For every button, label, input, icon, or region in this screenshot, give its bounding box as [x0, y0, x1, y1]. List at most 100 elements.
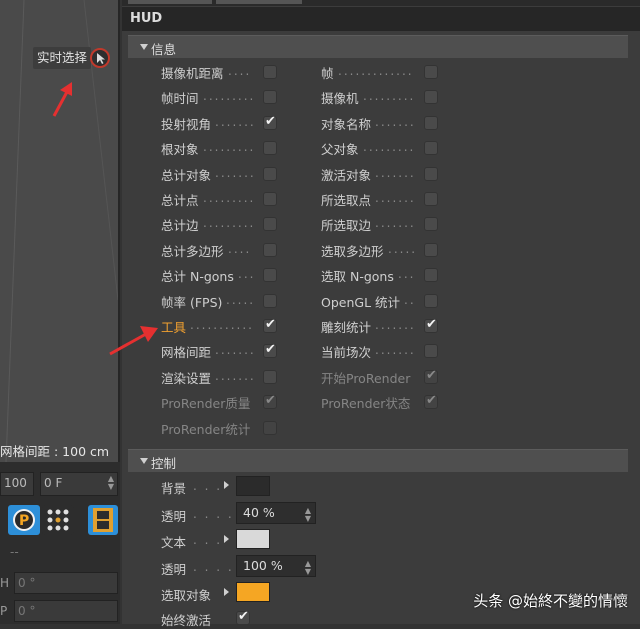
hud-option-checkbox[interactable] [424, 65, 438, 79]
expand-arrow-icon[interactable] [224, 588, 229, 596]
tab-stub[interactable] [216, 0, 302, 4]
expand-arrow-icon[interactable] [224, 481, 229, 489]
hud-option-checkbox[interactable] [424, 192, 438, 206]
hud-option-checkbox[interactable] [424, 294, 438, 308]
hud-option-label: 总计边 [161, 218, 199, 233]
info-section-title: 信息 [151, 42, 177, 57]
hud-option-checkbox [263, 393, 277, 409]
leader-dots: ......... [363, 140, 416, 154]
info-section-header[interactable]: 信息 [128, 35, 628, 58]
p-label: P [0, 604, 8, 618]
frame-start-field[interactable]: 100 [0, 472, 34, 496]
hud-option-label: 工具 [161, 320, 187, 335]
hud-option-label: OpenGL 统计 [321, 295, 401, 310]
leader-dots: ....... [215, 115, 256, 129]
collapse-triangle-icon [140, 44, 148, 50]
hud-option-label: ProRender统计 [161, 422, 251, 437]
hud-option-label: 帧率 (FPS) [161, 295, 223, 310]
hud-option-checkbox[interactable] [424, 268, 438, 282]
leader-dots: ....... [215, 343, 256, 357]
hud-option-label: 激活对象 [321, 168, 372, 183]
hud-option-checkbox[interactable] [263, 294, 277, 308]
keyframe-dots-icon[interactable] [42, 505, 74, 535]
leader-dots: ....... [375, 343, 416, 357]
hud-option-checkbox[interactable] [263, 268, 277, 282]
leader-dots: ......... [203, 216, 256, 230]
hud-option-checkbox[interactable] [263, 90, 277, 104]
hud-option-label: 总计对象 [161, 168, 212, 183]
hud-option-label: 总计 N-gons [161, 269, 234, 284]
background-color-swatch[interactable] [236, 476, 270, 496]
tab-stub[interactable] [128, 0, 212, 4]
hud-option-checkbox[interactable] [263, 141, 277, 155]
hud-option-label: 当前场次 [321, 345, 372, 360]
leader-dots: ..... [226, 293, 256, 307]
cursor-icon[interactable] [90, 48, 110, 68]
leader-dots: ......... [203, 89, 256, 103]
hud-header: HUD [122, 7, 640, 31]
hud-option-label: ProRender状态 [321, 396, 411, 411]
hud-option-checkbox[interactable] [263, 342, 277, 358]
h-label: H [0, 576, 10, 590]
leader-dots: ... [398, 267, 416, 281]
hud-title: HUD [130, 11, 163, 26]
leader-dots: . . . [193, 479, 223, 493]
realtime-select-label: 实时选择 [33, 47, 92, 69]
svg-text:P: P [19, 513, 29, 529]
leader-dots: ....... [215, 369, 256, 383]
hud-option-checkbox[interactable] [424, 243, 438, 257]
film-strip-icon[interactable] [88, 505, 118, 535]
hud-option-checkbox [424, 368, 438, 384]
frame-current-field[interactable]: 0 F ▲ ▼ [40, 472, 118, 496]
hud-option-label: 渲染设置 [161, 371, 212, 386]
hud-option-checkbox[interactable] [263, 243, 277, 257]
always-active-label: 始终激活 [161, 613, 212, 628]
hud-option-checkbox[interactable] [263, 114, 277, 130]
hud-option-checkbox[interactable] [263, 65, 277, 79]
control-section-header[interactable]: 控制 [128, 449, 628, 472]
hud-option-checkbox[interactable] [424, 317, 438, 333]
leader-dots: ........... [190, 318, 254, 332]
viewport-grid [5, 0, 119, 462]
hud-option-label: 雕刻统计 [321, 320, 372, 335]
hud-option-label: ProRender质量 [161, 396, 251, 411]
always-active-checkbox[interactable] [236, 609, 250, 625]
hud-option-label: 投射视角 [161, 117, 212, 132]
hud-option-label: 对象名称 [321, 117, 372, 132]
hud-option-checkbox[interactable] [263, 217, 277, 231]
leader-dots: ....... [375, 216, 416, 230]
leader-dots: .... [228, 242, 252, 256]
hud-option-label: 父对象 [321, 142, 359, 157]
h-rotation-field[interactable]: 0 ° [14, 572, 118, 594]
hud-option-label: 总计多边形 [161, 244, 224, 259]
h-rotation-value: 0 ° [18, 576, 36, 590]
text-opacity-input[interactable]: 100 % ▲ ▼ [236, 555, 316, 577]
p-rotation-field[interactable]: 0 ° [14, 600, 118, 622]
spinner-icon[interactable]: ▲ ▼ [108, 475, 114, 491]
hud-option-checkbox[interactable] [263, 370, 277, 384]
leader-dots: .. [404, 293, 416, 307]
hud-option-checkbox[interactable] [424, 344, 438, 358]
hud-option-checkbox [424, 393, 438, 409]
hud-option-checkbox [263, 421, 277, 435]
spinner-icon[interactable]: ▲ ▼ [305, 560, 311, 576]
leader-dots: ......... [203, 140, 256, 154]
record-p-button[interactable]: P [8, 505, 40, 535]
hud-option-checkbox[interactable] [263, 167, 277, 181]
hud-option-checkbox[interactable] [424, 167, 438, 181]
hud-option-label: 帧时间 [161, 91, 199, 106]
hud-option-checkbox[interactable] [263, 192, 277, 206]
hud-option-checkbox[interactable] [263, 317, 277, 333]
hud-option-checkbox[interactable] [424, 116, 438, 130]
control-section-title: 控制 [151, 456, 177, 471]
hud-option-checkbox[interactable] [424, 217, 438, 231]
hud-option-checkbox[interactable] [424, 141, 438, 155]
text-color-swatch[interactable] [236, 529, 270, 549]
hud-option-label: 选取多边形 [321, 244, 384, 259]
hud-option-checkbox[interactable] [424, 90, 438, 104]
expand-arrow-icon[interactable] [224, 535, 229, 543]
selected-color-swatch[interactable] [236, 582, 270, 602]
spinner-icon[interactable]: ▲ ▼ [305, 507, 311, 523]
bg-opacity-input[interactable]: 40 % ▲ ▼ [236, 502, 316, 524]
selected-object-label: 选取对象 [161, 588, 212, 603]
